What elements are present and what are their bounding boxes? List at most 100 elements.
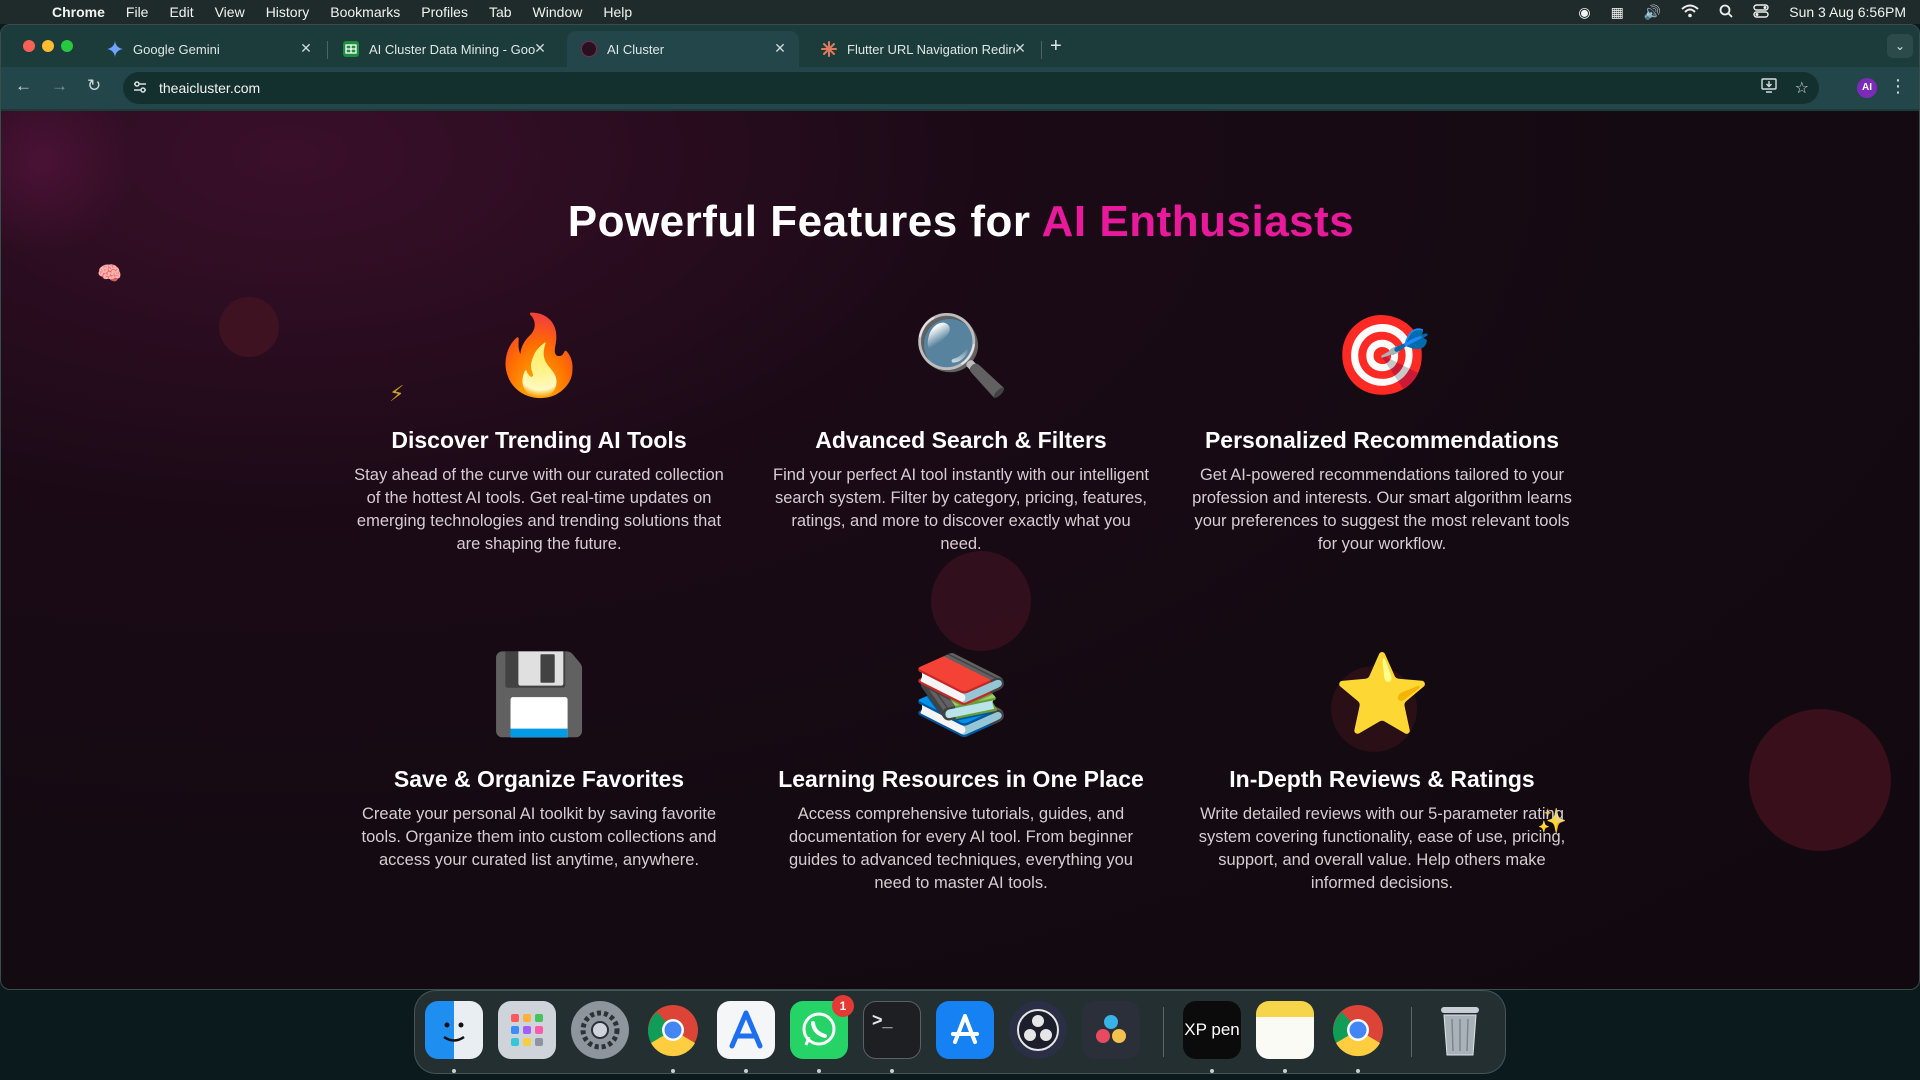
aicluster-icon bbox=[581, 41, 597, 57]
back-button[interactable]: ← bbox=[15, 76, 32, 96]
feature-description: Stay ahead of the curve with our curated… bbox=[354, 466, 724, 553]
running-indicator bbox=[671, 1069, 675, 1073]
menu-view[interactable]: View bbox=[215, 4, 245, 20]
finder-icon[interactable] bbox=[425, 1001, 483, 1059]
feature-card-favorites: 💾 Save & Organize Favorites Create your … bbox=[349, 650, 729, 872]
feature-title: Save & Organize Favorites bbox=[393, 766, 685, 792]
system-settings-icon[interactable] bbox=[571, 1001, 629, 1059]
tab-title: AI Cluster Data Mining - Goog bbox=[369, 41, 535, 57]
feature-description: Write detailed reviews with our 5-parame… bbox=[1198, 805, 1566, 892]
minimize-window-button[interactable] bbox=[42, 40, 54, 52]
menu-edit[interactable]: Edit bbox=[169, 4, 193, 20]
feature-title: Learning Resources in One Place bbox=[778, 766, 1144, 792]
chrome-icon[interactable] bbox=[644, 1001, 702, 1059]
floppy-disk-icon: 💾 bbox=[490, 650, 588, 740]
running-indicator bbox=[890, 1069, 894, 1073]
feature-title: Personalized Recommendations bbox=[1204, 427, 1560, 453]
trash-icon[interactable] bbox=[1431, 1001, 1489, 1059]
app-store-icon[interactable] bbox=[936, 1001, 994, 1059]
wifi-icon[interactable] bbox=[1681, 4, 1699, 21]
menu-window[interactable]: Window bbox=[533, 4, 583, 20]
terminal-icon[interactable]: >_ bbox=[863, 1001, 921, 1059]
page-title: Powerful Features for AI Enthusiasts bbox=[1, 197, 1919, 247]
volume-icon[interactable]: 🔊 bbox=[1644, 4, 1661, 21]
menu-history[interactable]: History bbox=[266, 4, 310, 20]
screen-record-icon[interactable]: ◉ bbox=[1578, 4, 1590, 21]
feature-title: In-Depth Reviews & Ratings bbox=[1229, 766, 1535, 792]
close-window-button[interactable] bbox=[23, 40, 35, 52]
menu-bar: Chrome File Edit View History Bookmarks … bbox=[0, 0, 1920, 24]
decorative-orb bbox=[1749, 709, 1891, 851]
magnifier-icon: 🔍 bbox=[912, 311, 1010, 401]
feature-description: Get AI-powered recommendations tailored … bbox=[1192, 466, 1572, 553]
reload-button[interactable]: ↻ bbox=[87, 76, 101, 96]
tab-search-button[interactable]: ⌄ bbox=[1887, 34, 1913, 58]
menu-help[interactable]: Help bbox=[603, 4, 632, 20]
tab-strip: Google Gemini ✕ AI Cluster Data Mining -… bbox=[1, 25, 1919, 67]
star-icon: ⭐ bbox=[1333, 650, 1431, 740]
spotlight-search-icon[interactable] bbox=[1719, 4, 1733, 21]
books-icon: 📚 bbox=[912, 650, 1010, 740]
control-center-icon[interactable] bbox=[1753, 3, 1769, 21]
running-indicator bbox=[452, 1069, 456, 1073]
fire-icon: 🔥 bbox=[490, 311, 588, 401]
feature-card-trending: 🔥 Discover Trending AI Tools Stay ahead … bbox=[349, 311, 729, 556]
dock-separator bbox=[1163, 1007, 1164, 1057]
running-indicator bbox=[1356, 1069, 1360, 1073]
page-viewport: 🧠 ⚡ ✨ Powerful Features for AI Enthusias… bbox=[1, 111, 1919, 989]
brain-icon: 🧠 bbox=[97, 263, 122, 285]
tab-ai-cluster[interactable]: AI Cluster ✕ bbox=[567, 31, 799, 67]
zoom-window-button[interactable] bbox=[61, 40, 73, 52]
feature-card-learning: 📚 Learning Resources in One Place Access… bbox=[771, 650, 1151, 895]
browser-toolbar: ← → ↻ theaicluster.com ☆ AI ⋮ bbox=[1, 67, 1919, 109]
profile-avatar[interactable]: AI bbox=[1857, 78, 1877, 98]
obs-icon[interactable] bbox=[1009, 1001, 1067, 1059]
tab-title: AI Cluster bbox=[607, 41, 665, 57]
dock-separator bbox=[1411, 1007, 1412, 1057]
feature-description: Find your perfect AI tool instantly with… bbox=[772, 466, 1150, 553]
whatsapp-icon[interactable]: 1 bbox=[790, 995, 854, 1059]
title-main: Powerful Features for bbox=[567, 197, 1042, 246]
chrome-menu-icon[interactable]: ⋮ bbox=[1889, 76, 1907, 97]
bookmark-star-icon[interactable]: ☆ bbox=[1795, 78, 1809, 98]
feature-card-search: 🔍 Advanced Search & Filters Find your pe… bbox=[771, 311, 1151, 556]
tab-google-gemini[interactable]: Google Gemini ✕ bbox=[93, 31, 325, 67]
feature-card-recommendations: 🎯 Personalized Recommendations Get AI-po… bbox=[1192, 311, 1572, 556]
xppen-icon[interactable]: XP pen bbox=[1183, 1001, 1241, 1059]
menu-clock[interactable]: Sun 3 Aug 6:56PM bbox=[1789, 4, 1906, 20]
address-bar[interactable]: theaicluster.com ☆ bbox=[123, 72, 1819, 104]
url-text[interactable]: theaicluster.com bbox=[159, 80, 260, 96]
feature-title: Advanced Search & Filters bbox=[815, 427, 1107, 453]
display-icon[interactable]: ▦ bbox=[1611, 4, 1624, 21]
menu-file[interactable]: File bbox=[126, 4, 149, 20]
davinci-resolve-icon[interactable] bbox=[1082, 1001, 1140, 1059]
tab-ai-cluster-data-mining[interactable]: AI Cluster Data Mining - Goog ✕ bbox=[329, 31, 559, 67]
notification-badge: 1 bbox=[832, 995, 854, 1017]
close-tab-icon[interactable]: ✕ bbox=[531, 40, 549, 57]
menu-app-name[interactable]: Chrome bbox=[52, 4, 105, 20]
forward-button[interactable]: → bbox=[51, 76, 68, 96]
close-tab-icon[interactable]: ✕ bbox=[1011, 40, 1029, 57]
launchpad-icon[interactable] bbox=[498, 1001, 556, 1059]
running-indicator bbox=[1210, 1069, 1214, 1073]
chrome-icon[interactable] bbox=[1329, 1001, 1387, 1059]
tab-title: Flutter URL Navigation Redire bbox=[847, 41, 1015, 57]
menu-profiles[interactable]: Profiles bbox=[421, 4, 468, 20]
menu-bookmarks[interactable]: Bookmarks bbox=[330, 4, 400, 20]
tab-flutter-url-navigation[interactable]: Flutter URL Navigation Redire ✕ bbox=[807, 31, 1039, 67]
gemini-icon bbox=[107, 41, 123, 57]
xcode-instruments-icon[interactable] bbox=[717, 1001, 775, 1059]
close-tab-icon[interactable]: ✕ bbox=[771, 40, 789, 57]
install-app-icon[interactable] bbox=[1760, 78, 1777, 98]
close-tab-icon[interactable]: ✕ bbox=[297, 40, 315, 57]
site-info-icon[interactable] bbox=[133, 80, 147, 97]
target-icon: 🎯 bbox=[1333, 311, 1431, 401]
notes-icon[interactable] bbox=[1256, 1001, 1314, 1059]
menu-tab[interactable]: Tab bbox=[489, 4, 512, 20]
running-indicator bbox=[817, 1069, 821, 1073]
title-accent: AI Enthusiasts bbox=[1041, 197, 1355, 246]
feature-description: Create your personal AI toolkit by savin… bbox=[361, 805, 717, 869]
new-tab-button[interactable]: + bbox=[1050, 35, 1062, 58]
running-indicator bbox=[744, 1069, 748, 1073]
claude-icon bbox=[821, 41, 837, 57]
